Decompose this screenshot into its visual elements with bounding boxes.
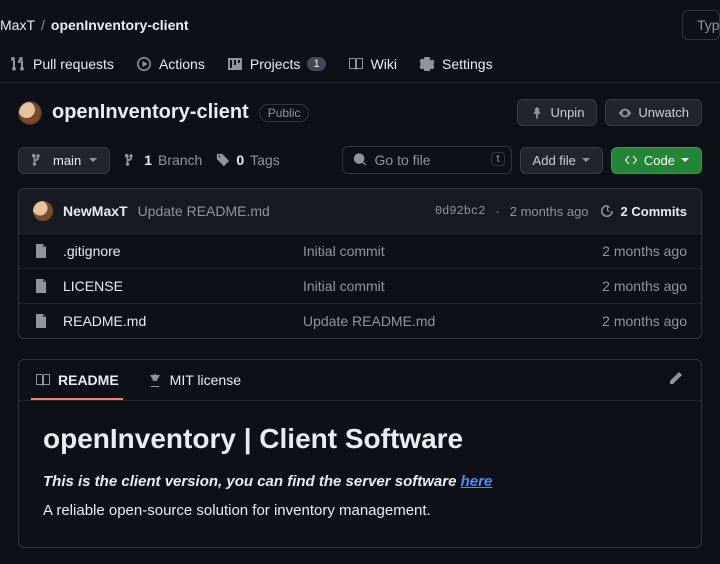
visibility-badge: Public: [259, 104, 310, 122]
gear-icon: [419, 56, 435, 72]
commit-age: 2 months ago: [510, 204, 589, 219]
breadcrumb-repo[interactable]: openInventory-client: [51, 17, 189, 33]
file-name[interactable]: .gitignore: [63, 243, 303, 259]
law-icon: [147, 372, 163, 388]
eye-icon: [618, 106, 632, 120]
pin-icon: [530, 106, 544, 120]
file-commit-msg[interactable]: Initial commit: [303, 278, 602, 294]
owner-avatar[interactable]: [18, 101, 42, 125]
branches-link[interactable]: 1 Branch: [124, 152, 202, 168]
unwatch-label: Unwatch: [638, 105, 689, 120]
tags-count: 0: [236, 152, 244, 168]
branches-count: 1: [144, 152, 152, 168]
commits-count: 2 Commits: [621, 204, 687, 219]
tab-actions-label: Actions: [159, 56, 205, 72]
readme-sub-text: This is the client version, you can find…: [43, 473, 461, 490]
code-icon: [624, 153, 638, 167]
branch-icon: [124, 153, 138, 167]
tab-settings[interactable]: Settings: [419, 56, 493, 72]
readme-paragraph: A reliable open-source solution for inve…: [43, 502, 677, 519]
projects-count: 1: [307, 57, 325, 71]
file-row[interactable]: LICENSEInitial commit2 months ago: [19, 268, 701, 303]
file-commit-msg[interactable]: Initial commit: [303, 243, 602, 259]
tab-settings-label: Settings: [442, 56, 493, 72]
license-tab[interactable]: MIT license: [143, 360, 245, 400]
file-name[interactable]: LICENSE: [63, 278, 303, 294]
file-icon: [33, 313, 51, 329]
play-circle-icon: [136, 56, 152, 72]
add-file-button[interactable]: Add file: [520, 147, 603, 174]
search-icon: [353, 153, 367, 167]
branch-select[interactable]: main: [18, 147, 110, 174]
go-to-file-placeholder: Go to file: [375, 152, 431, 168]
unpin-label: Unpin: [550, 105, 584, 120]
book-icon: [35, 372, 51, 388]
commit-sha[interactable]: 0d92bc2: [435, 204, 485, 218]
readme-subtitle: This is the client version, you can find…: [43, 473, 677, 490]
server-link[interactable]: here: [461, 473, 493, 490]
edit-readme-button[interactable]: [661, 365, 689, 396]
commits-link[interactable]: 2 Commits: [599, 203, 687, 219]
branches-label: Branch: [158, 152, 202, 168]
file-age: 2 months ago: [602, 243, 687, 259]
file-age: 2 months ago: [602, 278, 687, 294]
commit-message[interactable]: Update README.md: [138, 203, 270, 219]
pull-request-icon: [10, 56, 26, 72]
tab-pull-requests[interactable]: Pull requests: [10, 56, 114, 72]
branch-name: main: [53, 153, 81, 168]
commit-author-avatar[interactable]: [33, 201, 53, 221]
tab-wiki-label: Wiki: [371, 56, 397, 72]
tab-projects-label: Projects: [250, 56, 301, 72]
book-icon: [348, 56, 364, 72]
readme-heading: openInventory | Client Software: [43, 423, 677, 455]
unwatch-button[interactable]: Unwatch: [605, 99, 702, 126]
readme-tab-label: README: [58, 372, 119, 388]
unpin-button[interactable]: Unpin: [517, 99, 597, 126]
pencil-icon: [667, 371, 683, 387]
tab-actions[interactable]: Actions: [136, 56, 205, 72]
add-file-label: Add file: [533, 153, 576, 168]
tab-pulls-label: Pull requests: [33, 56, 114, 72]
search-placeholder: Typ: [697, 17, 720, 33]
file-age: 2 months ago: [602, 313, 687, 329]
go-to-file-input[interactable]: Go to file t: [342, 146, 512, 174]
chevron-down-icon: [582, 158, 590, 162]
tags-label: Tags: [250, 152, 280, 168]
tags-link[interactable]: 0 Tags: [216, 152, 279, 168]
breadcrumb-owner[interactable]: MaxT: [0, 17, 35, 33]
file-icon: [33, 278, 51, 294]
readme-tab[interactable]: README: [31, 360, 123, 400]
repo-title[interactable]: openInventory-client: [52, 101, 249, 124]
code-label: Code: [644, 153, 675, 168]
file-row[interactable]: .gitignoreInitial commit2 months ago: [19, 234, 701, 268]
file-name[interactable]: README.md: [63, 313, 303, 329]
tag-icon: [216, 153, 230, 167]
global-search[interactable]: Typ: [682, 10, 720, 40]
code-button[interactable]: Code: [611, 147, 702, 174]
chevron-down-icon: [89, 158, 97, 162]
history-icon: [599, 203, 615, 219]
tab-projects[interactable]: Projects 1: [227, 56, 326, 72]
file-commit-msg[interactable]: Update README.md: [303, 313, 602, 329]
license-tab-label: MIT license: [170, 372, 241, 388]
breadcrumb-sep: /: [41, 17, 45, 33]
file-row[interactable]: README.mdUpdate README.md2 months ago: [19, 303, 701, 338]
commit-dot: ·: [495, 204, 499, 219]
chevron-down-icon: [681, 158, 689, 162]
branch-icon: [31, 153, 45, 167]
tab-wiki[interactable]: Wiki: [348, 56, 397, 72]
file-icon: [33, 243, 51, 259]
commit-author[interactable]: NewMaxT: [63, 203, 128, 219]
kbd-hint: t: [491, 152, 504, 166]
project-icon: [227, 56, 243, 72]
